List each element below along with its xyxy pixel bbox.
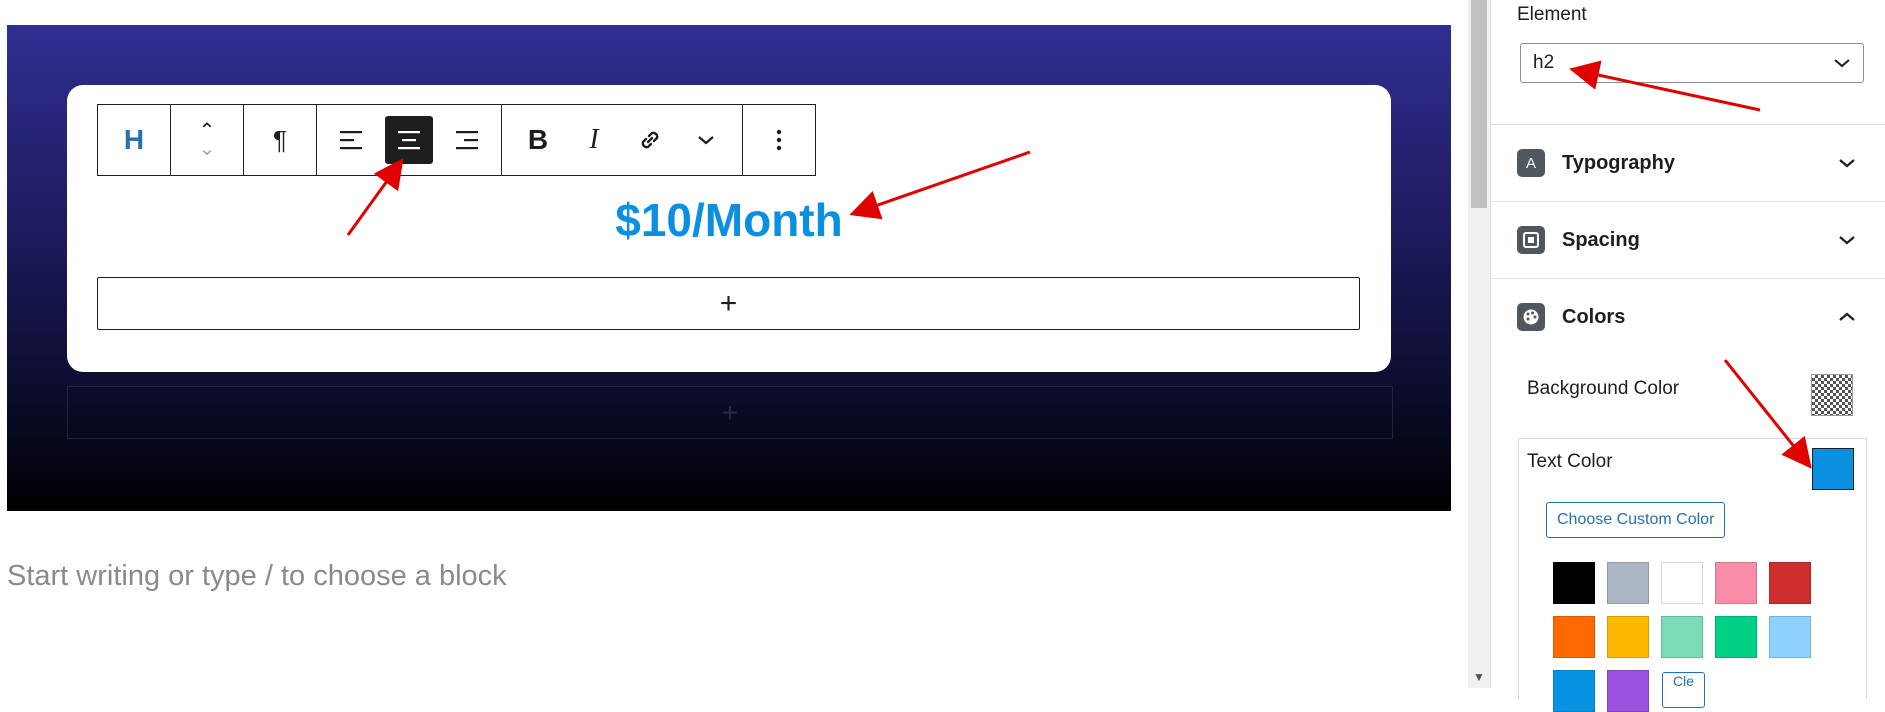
align-left-icon [340, 131, 362, 150]
chevron-down-icon [698, 136, 714, 145]
palette-icon [1517, 303, 1545, 331]
toolbar-group-options [743, 105, 815, 175]
align-center-button[interactable] [385, 116, 433, 164]
toolbar-group-format: B I [502, 105, 743, 175]
cover-block[interactable]: H ⌃ ⌄ ¶ B I $10/Month + + [7, 25, 1451, 511]
color-swatch[interactable] [1553, 670, 1595, 712]
chevron-down-icon [1838, 229, 1856, 252]
link-icon [641, 131, 659, 149]
color-swatch[interactable] [1769, 616, 1811, 658]
toolbar-group-movers: ⌃ ⌄ [171, 105, 244, 175]
background-color-swatch[interactable] [1811, 374, 1853, 416]
more-vertical-icon [776, 129, 782, 151]
italic-button[interactable]: I [566, 112, 622, 168]
color-swatch[interactable] [1607, 562, 1649, 604]
element-select[interactable]: h2 [1520, 43, 1864, 83]
scroll-down-arrow-icon[interactable]: ▼ [1473, 670, 1485, 684]
color-swatch[interactable] [1607, 670, 1649, 712]
typography-icon: A [1517, 149, 1545, 177]
spacing-icon [1517, 226, 1545, 254]
chevron-down-icon [1833, 53, 1851, 74]
color-swatch[interactable] [1553, 562, 1595, 604]
element-select-value: h2 [1533, 52, 1555, 73]
color-swatch[interactable] [1715, 562, 1757, 604]
toolbar-group-transform: ¶ [244, 105, 317, 175]
choose-custom-color-button[interactable]: Choose Custom Color [1546, 502, 1726, 538]
element-label: Element [1517, 4, 1587, 25]
chevron-down-icon [1838, 152, 1856, 175]
panel-title-typography: Typography [1562, 151, 1675, 174]
pricing-card-group[interactable]: H ⌃ ⌄ ¶ B I $10/Month + [67, 85, 1391, 372]
align-left-button[interactable] [325, 112, 381, 168]
move-block-buttons[interactable]: ⌃ ⌄ [179, 112, 235, 168]
settings-sidebar: Element h2 A Typography Spacing Colors B… [1490, 0, 1885, 712]
background-color-label: Background Color [1527, 378, 1680, 399]
panel-title-spacing: Spacing [1562, 228, 1640, 251]
color-swatch[interactable] [1715, 616, 1757, 658]
bold-button[interactable]: B [510, 112, 566, 168]
editor-scrollbar[interactable]: ▼ [1468, 0, 1490, 688]
color-swatch[interactable] [1661, 562, 1703, 604]
options-button[interactable] [751, 112, 807, 168]
empty-paragraph-placeholder[interactable]: Start writing or type / to choose a bloc… [7, 560, 507, 593]
panel-title-colors: Colors [1562, 305, 1626, 328]
add-block-button[interactable]: + [97, 277, 1360, 330]
move-down-icon[interactable]: ⌄ [199, 139, 216, 159]
color-swatch[interactable] [1661, 616, 1703, 658]
panel-spacing[interactable]: Spacing [1491, 201, 1885, 278]
text-color-label: Text Color [1527, 451, 1613, 472]
paragraph-transform-button[interactable]: ¶ [252, 112, 308, 168]
more-formats-button[interactable] [678, 112, 734, 168]
text-color-swatch[interactable] [1812, 448, 1854, 490]
scrollbar-thumb[interactable] [1471, 0, 1487, 208]
block-toolbar: H ⌃ ⌄ ¶ B I [97, 104, 816, 176]
align-right-button[interactable] [437, 112, 493, 168]
chevron-up-icon [1838, 306, 1856, 329]
clear-color-button[interactable]: Cle [1662, 672, 1706, 708]
align-right-icon [456, 131, 478, 150]
color-swatch[interactable] [1553, 616, 1595, 658]
link-button[interactable] [622, 112, 678, 168]
heading-block-button[interactable]: H [106, 112, 162, 168]
panel-colors[interactable]: Colors [1491, 278, 1885, 355]
cover-add-block-button[interactable]: + [67, 386, 1393, 439]
color-swatch[interactable] [1769, 562, 1811, 604]
align-center-icon [398, 131, 420, 150]
editor-canvas: H ⌃ ⌄ ¶ B I $10/Month + + Start writing … [0, 0, 1468, 688]
text-color-panel: Text Color Choose Custom Color Cle [1518, 438, 1867, 712]
panel-typography[interactable]: A Typography [1491, 124, 1885, 201]
price-heading[interactable]: $10/Month [67, 193, 1391, 247]
color-swatch[interactable] [1607, 616, 1649, 658]
toolbar-group-align [317, 105, 502, 175]
toolbar-group-block: H [98, 105, 171, 175]
